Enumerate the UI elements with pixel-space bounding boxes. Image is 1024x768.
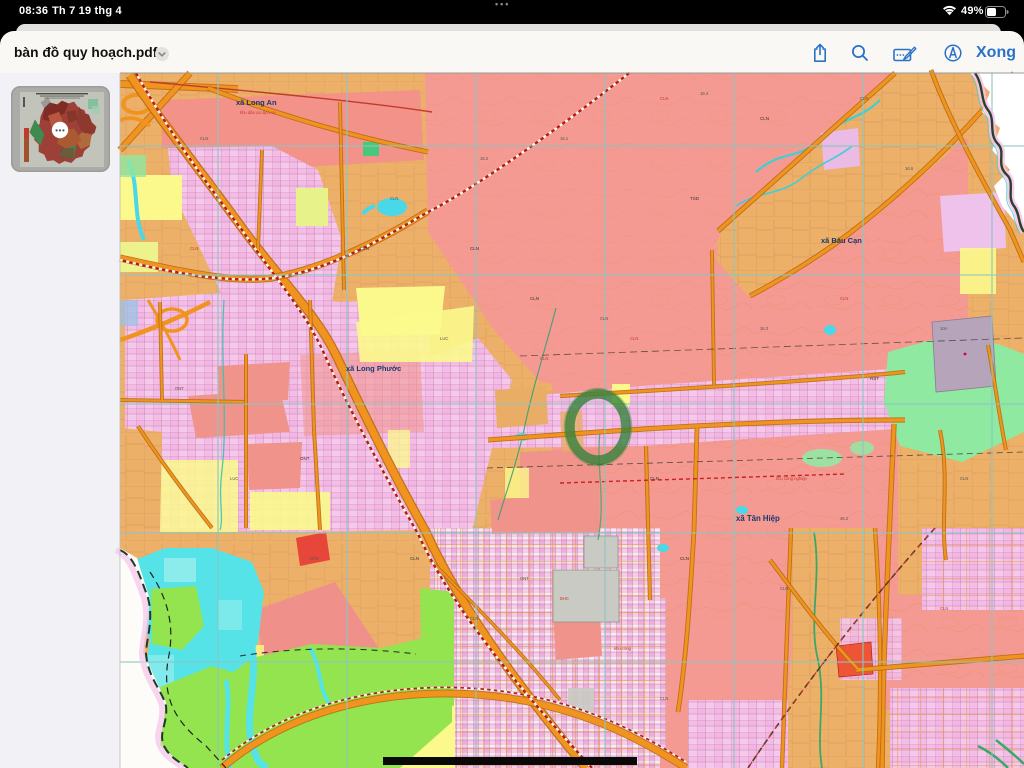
svg-text:BHC: BHC [560,596,569,601]
svg-text:36.3: 36.3 [760,326,769,331]
svg-text:CLN: CLN [470,246,479,251]
svg-text:TSD: TSD [690,196,700,201]
svg-text:LUC: LUC [440,336,448,341]
svg-text:NTS: NTS [310,556,319,561]
svg-text:CLN: CLN [630,336,638,341]
svg-text:khu dân cư dịch vụ: khu dân cư dịch vụ [240,110,276,115]
svg-text:16.4: 16.4 [700,91,709,96]
svg-text:ONT: ONT [175,386,184,391]
svg-text:LUC: LUC [230,476,238,481]
svg-text:CLN: CLN [760,116,769,121]
svg-text:CLN: CLN [660,696,668,701]
svg-text:16.6: 16.6 [905,166,914,171]
svg-text:10A: 10A [940,326,948,331]
svg-text:16.1: 16.1 [560,136,569,141]
svg-text:xã Tân Hiệp: xã Tân Hiệp [736,514,780,523]
svg-text:CLN: CLN [680,556,689,561]
svg-text:CLN: CLN [960,476,968,481]
svg-text:CLN: CLN [530,296,539,301]
svg-text:46.2: 46.2 [840,516,849,521]
svg-text:khu công: khu công [614,646,632,651]
svg-text:xã Long Phước: xã Long Phước [346,364,401,373]
svg-text:CLN: CLN [840,296,848,301]
svg-text:xã Long An: xã Long An [236,98,277,107]
svg-text:xã Bàu Cạn: xã Bàu Cạn [821,236,862,245]
svg-text:CLN: CLN [470,616,478,621]
svg-text:khu công nghiệp: khu công nghiệp [776,476,807,481]
svg-text:CLN: CLN [360,246,369,251]
svg-text:CLN: CLN [660,96,668,101]
svg-text:16.2: 16.2 [480,156,489,161]
svg-text:ONT: ONT [300,456,310,461]
svg-text:CLN: CLN [190,246,198,251]
svg-text:RST: RST [870,376,879,381]
svg-text:CLN: CLN [540,356,548,361]
svg-text:CLN: CLN [650,476,659,481]
svg-text:CLN: CLN [860,96,868,101]
svg-text:CLN: CLN [200,136,208,141]
svg-text:CLN: CLN [940,606,948,611]
svg-text:CLN: CLN [390,196,398,201]
svg-text:CLN: CLN [780,586,788,591]
svg-text:CLN: CLN [600,316,608,321]
svg-text:ONT: ONT [520,576,529,581]
svg-text:CLN: CLN [410,556,419,561]
